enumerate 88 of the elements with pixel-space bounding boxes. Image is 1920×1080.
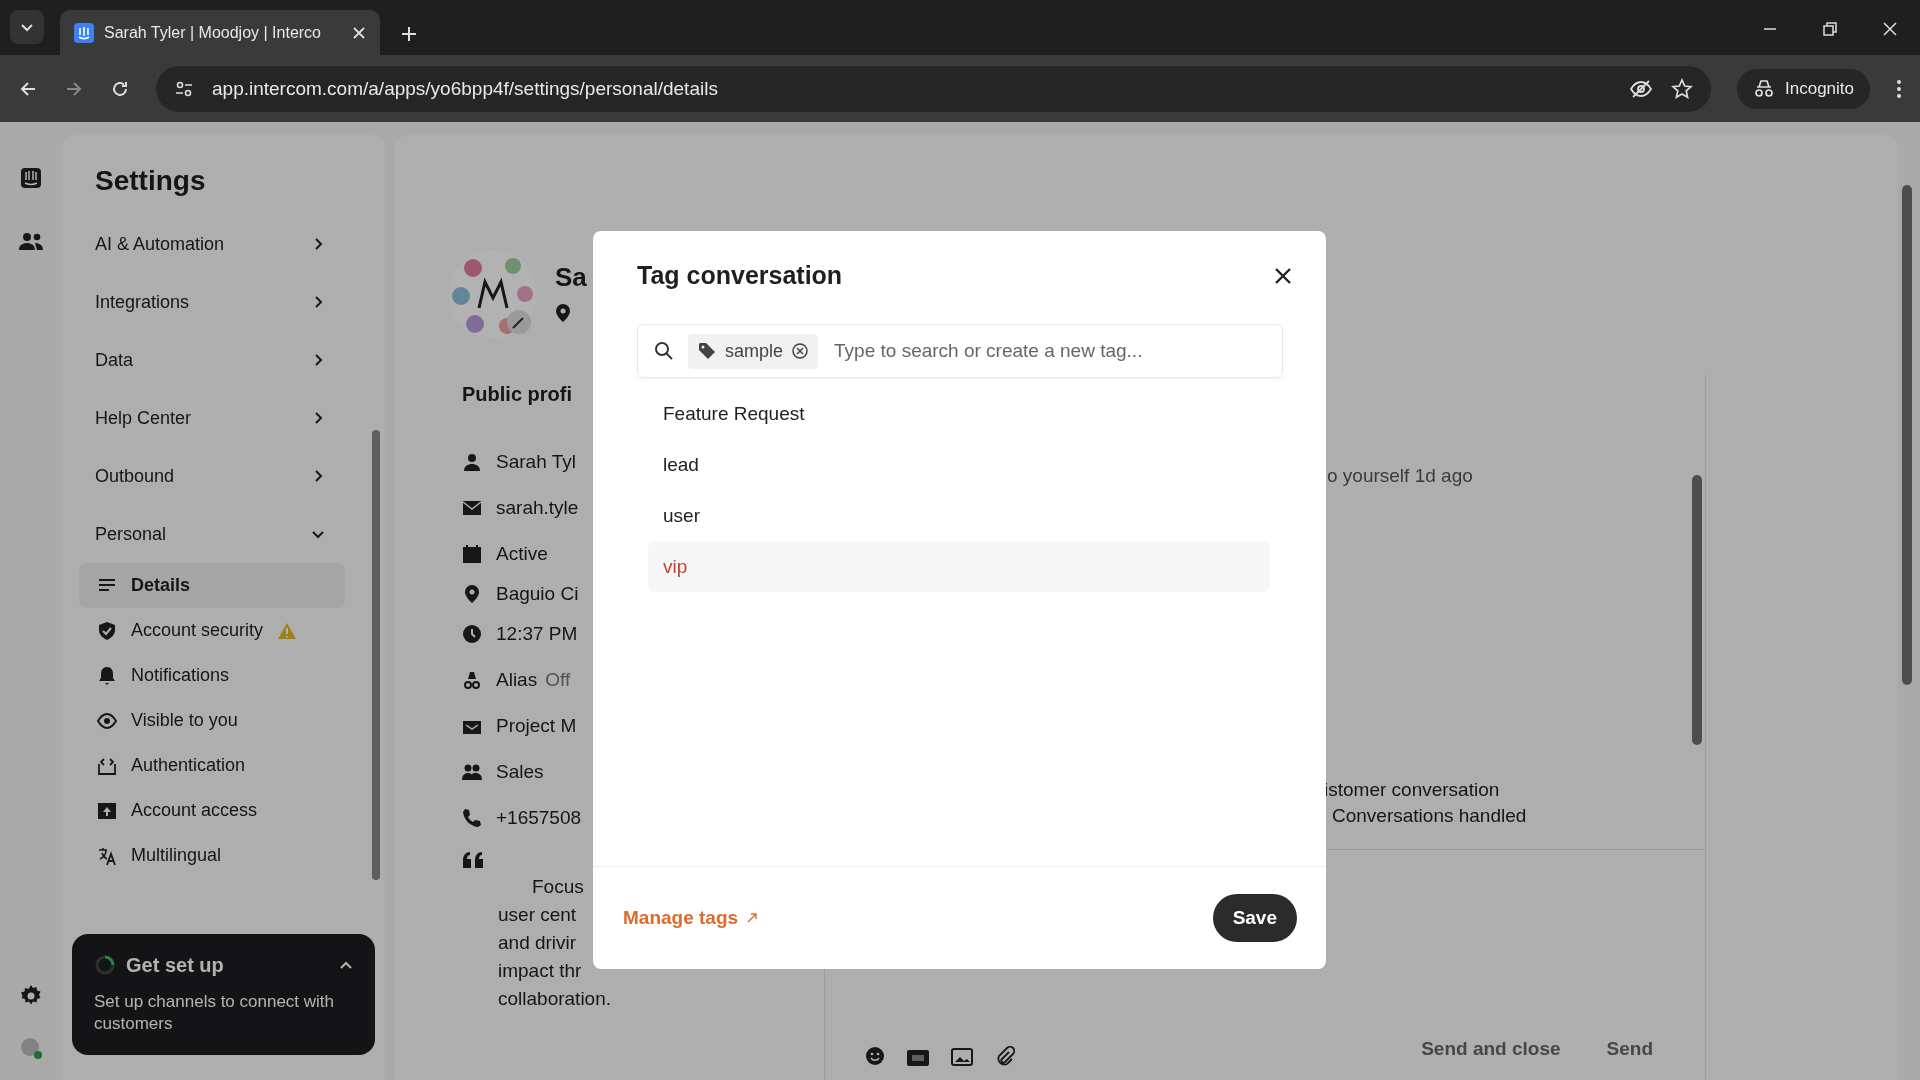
close-icon[interactable] [352,25,366,40]
translate-icon [97,845,117,866]
profile-field: Active [496,543,548,565]
send-button[interactable]: Send [1594,1032,1665,1066]
address-bar[interactable]: app.intercom.com/a/apps/yo6bpp4f/settings/personal/details [156,65,1711,112]
people-icon [462,762,482,782]
tag-chip[interactable]: sample [688,333,819,369]
scrollbar-thumb[interactable] [1902,185,1912,685]
settings-title: Settings [94,164,207,198]
profile-name: Sa [555,261,587,293]
avatar-icon[interactable] [19,1036,43,1060]
nav-item[interactable]: Authentication [79,743,325,788]
gif-icon[interactable] [907,1050,929,1066]
tag-search-field[interactable]: sample Type to search or create a new tag... [637,324,1283,378]
quote-icon [462,851,484,869]
star-icon[interactable] [1671,77,1693,100]
person-icon [462,452,482,472]
calendar-icon [462,544,482,564]
bio-text: Focus user cent and drivir impact thr collaboration. [498,875,612,1011]
bracket-icon [97,755,117,776]
phone-icon [462,808,482,828]
nav-section[interactable]: Outbound [95,447,325,505]
remove-tag-button[interactable] [792,343,809,359]
eye-slash-icon[interactable] [1629,78,1653,99]
eye-icon [97,710,117,731]
bell-icon [97,665,117,686]
alias-setting: Alias Off [496,669,571,691]
search-icon [654,341,674,361]
nav-section[interactable]: AI & Automation [95,215,325,273]
nav-section[interactable]: Help Center [95,389,325,447]
people-icon[interactable] [18,231,44,251]
section-heading: Public profi [462,383,573,407]
intercom-logo-icon [74,22,94,43]
send-and-close-button[interactable]: Send and close [1409,1032,1573,1066]
incognito-icon [462,670,482,690]
envelope-icon [462,498,482,518]
profile-field: 12:37 PM [496,623,578,645]
profile-field: Project M [496,715,577,737]
restore-icon[interactable] [1822,21,1838,37]
tag-option[interactable]: Feature Request [648,388,1270,439]
close-icon[interactable] [1882,21,1898,37]
scrollbar-thumb[interactable] [1692,475,1702,745]
dialog-title: Tag conversation [637,261,843,290]
image-icon[interactable] [951,1048,973,1066]
save-button[interactable]: Save [1212,894,1297,942]
progress-ring-icon [94,954,116,977]
tag-icon [698,342,716,360]
nav-item[interactable]: Account access [79,788,325,833]
nav-section[interactable]: Data [95,331,325,389]
scrollbar-thumb[interactable] [372,430,380,880]
shield-check-icon [97,620,117,641]
clock-icon [462,624,482,644]
nav-section[interactable]: Integrations [95,273,325,331]
profile-field: Sarah Tyl [496,451,576,473]
nav-item[interactable]: Details [79,563,345,608]
profile-field: sarah.tyle [496,497,579,519]
activity-text: o yourself 1d ago [1326,465,1474,487]
location-pin-icon [462,584,482,604]
nav-item[interactable]: Multilingual [79,833,325,878]
emoji-icon[interactable] [865,1046,885,1066]
new-tab-icon[interactable] [400,25,418,43]
browser-tab[interactable]: Sarah Tyler | Moodjoy | Interco [60,10,380,55]
location-pin-icon [555,302,571,323]
inbox-icon[interactable] [20,167,42,189]
setup-card[interactable]: Get set up Set up channels to connect with customers [72,933,375,1055]
nav-item[interactable]: Notifications [79,653,325,698]
nav-item[interactable]: Visible to you [79,698,325,743]
note-text: istomer conversation Conversations handled [1323,778,1528,828]
setup-text: Set up channels to connect with customers [94,990,336,1035]
incognito-badge[interactable]: Incognito [1737,68,1870,109]
external-link-icon [746,912,759,924]
close-icon [1274,266,1292,285]
tag-option[interactable]: lead [648,439,1270,490]
nav-item[interactable]: Account security [79,608,325,653]
menu-icon[interactable] [1896,78,1902,99]
tab-title: Sarah Tyler | Moodjoy | Interco [104,23,322,42]
incognito-icon [1753,78,1775,99]
upload-icon [97,800,117,821]
profile-field: Sales [496,761,544,783]
profile-field: Baguio Ci [496,583,579,605]
close-circle-icon [792,343,809,359]
setup-title: Get set up [126,953,225,977]
paperclip-icon[interactable] [995,1046,1015,1066]
url-text: app.intercom.com/a/apps/yo6bpp4f/settings/personal/details [212,77,719,100]
tag-option[interactable]: user [648,490,1270,541]
tag-option[interactable]: vip [648,541,1270,592]
nav-section[interactable]: Personal [95,505,325,563]
profile-field: +1657508 [496,807,582,829]
